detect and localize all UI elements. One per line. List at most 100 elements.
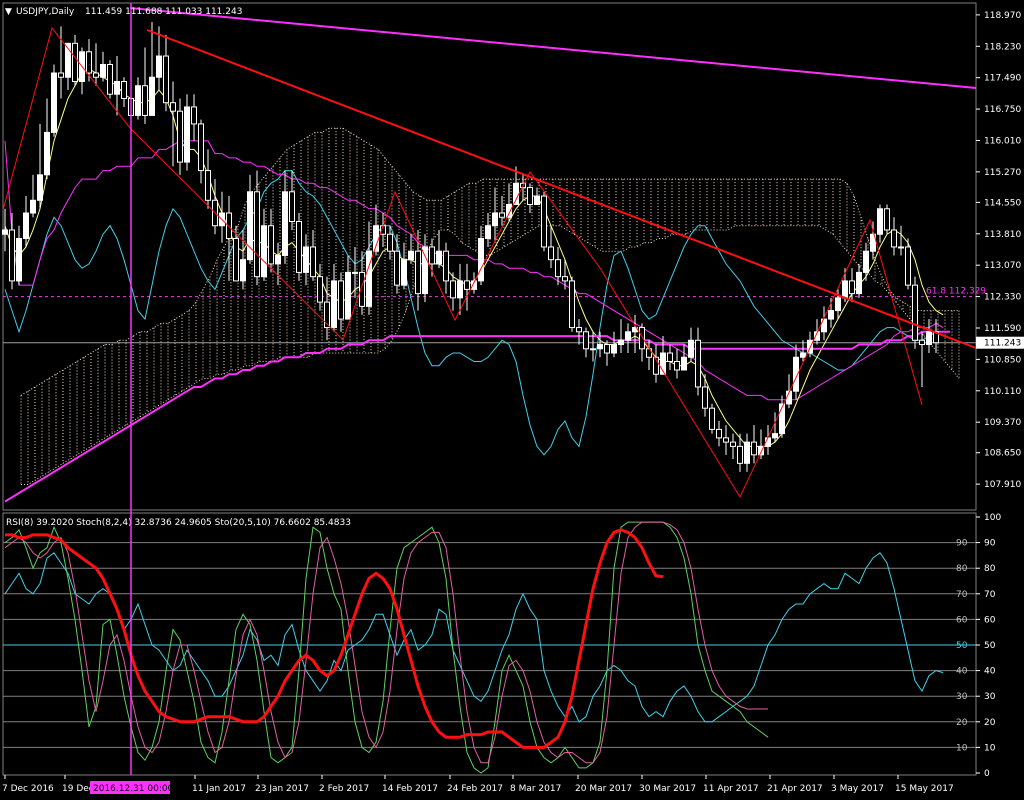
- candle-body[interactable]: [877, 208, 883, 235]
- candle-body[interactable]: [478, 237, 484, 282]
- candle-body[interactable]: [674, 361, 680, 371]
- candle-body[interactable]: [667, 352, 673, 363]
- candle-body[interactable]: [121, 80, 127, 99]
- candle-body[interactable]: [261, 225, 267, 278]
- candle-body[interactable]: [527, 187, 533, 206]
- candle-body[interactable]: [513, 182, 519, 206]
- candle-body[interactable]: [863, 250, 869, 273]
- candle-body[interactable]: [184, 106, 190, 163]
- candle-body[interactable]: [394, 250, 400, 286]
- candle-body[interactable]: [86, 51, 92, 74]
- candle-body[interactable]: [142, 85, 148, 116]
- candle-body[interactable]: [9, 229, 15, 282]
- candle-body[interactable]: [541, 195, 547, 248]
- candle-body[interactable]: [702, 386, 708, 409]
- candle-body[interactable]: [828, 310, 834, 320]
- candle-body[interactable]: [618, 339, 624, 346]
- candle-body[interactable]: [583, 331, 589, 350]
- candle-body[interactable]: [366, 250, 372, 307]
- candle-body[interactable]: [16, 237, 22, 282]
- candle-body[interactable]: [562, 276, 568, 282]
- candle-body[interactable]: [919, 339, 925, 346]
- candle-body[interactable]: [254, 191, 260, 278]
- candle-body[interactable]: [240, 259, 246, 282]
- candle-body[interactable]: [646, 348, 652, 358]
- candle-body[interactable]: [345, 271, 351, 320]
- candle-body[interactable]: [716, 428, 722, 439]
- candle-body[interactable]: [905, 246, 911, 286]
- candle-body[interactable]: [835, 297, 841, 312]
- candle-body[interactable]: [401, 259, 407, 286]
- candle-body[interactable]: [681, 356, 687, 371]
- candle-body[interactable]: [93, 72, 99, 78]
- candle-body[interactable]: [723, 437, 729, 443]
- candle-body[interactable]: [751, 441, 757, 456]
- candle-body[interactable]: [709, 407, 715, 430]
- candle-body[interactable]: [352, 271, 358, 274]
- candle-body[interactable]: [303, 246, 309, 273]
- candle-body[interactable]: [233, 237, 239, 282]
- candle-body[interactable]: [282, 191, 288, 256]
- candle-body[interactable]: [898, 246, 904, 249]
- candle-body[interactable]: [842, 280, 848, 299]
- candle-body[interactable]: [296, 220, 302, 273]
- candle-body[interactable]: [422, 246, 428, 295]
- candle-body[interactable]: [744, 441, 750, 464]
- candle-body[interactable]: [226, 212, 232, 239]
- candle-body[interactable]: [44, 131, 50, 176]
- candle-body[interactable]: [611, 344, 617, 354]
- candle-body[interactable]: [275, 254, 281, 265]
- candle-body[interactable]: [30, 199, 36, 214]
- candle-body[interactable]: [772, 433, 778, 439]
- candle-body[interactable]: [268, 225, 274, 265]
- candle-body[interactable]: [737, 445, 743, 464]
- candle-body[interactable]: [730, 441, 736, 447]
- candle-body[interactable]: [37, 174, 43, 201]
- candle-body[interactable]: [317, 276, 323, 303]
- candle-body[interactable]: [597, 344, 603, 350]
- candle-body[interactable]: [359, 271, 365, 307]
- candle-body[interactable]: [534, 195, 540, 206]
- candle-body[interactable]: [436, 250, 442, 265]
- candle-body[interactable]: [408, 250, 414, 261]
- candle-body[interactable]: [2, 229, 8, 235]
- candle-body[interactable]: [51, 72, 57, 133]
- candle-body[interactable]: [310, 246, 316, 278]
- candle-body[interactable]: [688, 339, 694, 358]
- candle-body[interactable]: [331, 280, 337, 329]
- candle-body[interactable]: [338, 280, 344, 320]
- candle-body[interactable]: [590, 348, 596, 351]
- candle-body[interactable]: [387, 233, 393, 252]
- candle-body[interactable]: [156, 55, 162, 78]
- candle-body[interactable]: [23, 212, 29, 239]
- candle-body[interactable]: [58, 72, 64, 78]
- candle-body[interactable]: [170, 102, 176, 112]
- candle-body[interactable]: [569, 280, 575, 329]
- candle-body[interactable]: [884, 208, 890, 231]
- candle-body[interactable]: [849, 280, 855, 295]
- candle-body[interactable]: [492, 212, 498, 227]
- candle-body[interactable]: [457, 280, 463, 299]
- candle-body[interactable]: [912, 284, 918, 341]
- candle-body[interactable]: [177, 110, 183, 163]
- candle-body[interactable]: [191, 106, 197, 125]
- candle-body[interactable]: [639, 327, 645, 350]
- triangle-down-icon[interactable]: ▼: [5, 7, 12, 17]
- candle-body[interactable]: [415, 250, 421, 295]
- candle-body[interactable]: [548, 246, 554, 261]
- candle-body[interactable]: [555, 259, 561, 278]
- candle-body[interactable]: [107, 64, 113, 95]
- candle-body[interactable]: [800, 352, 806, 358]
- candle-body[interactable]: [443, 250, 449, 282]
- candle-body[interactable]: [163, 55, 169, 104]
- candle-body[interactable]: [499, 212, 505, 218]
- candle-body[interactable]: [695, 339, 701, 388]
- candle-body[interactable]: [604, 344, 610, 354]
- candle-body[interactable]: [149, 76, 155, 116]
- candle-body[interactable]: [464, 280, 470, 290]
- candle-body[interactable]: [625, 331, 631, 341]
- candle-body[interactable]: [198, 123, 204, 172]
- candle-body[interactable]: [135, 85, 141, 116]
- candle-body[interactable]: [72, 42, 78, 82]
- candle-body[interactable]: [100, 64, 106, 78]
